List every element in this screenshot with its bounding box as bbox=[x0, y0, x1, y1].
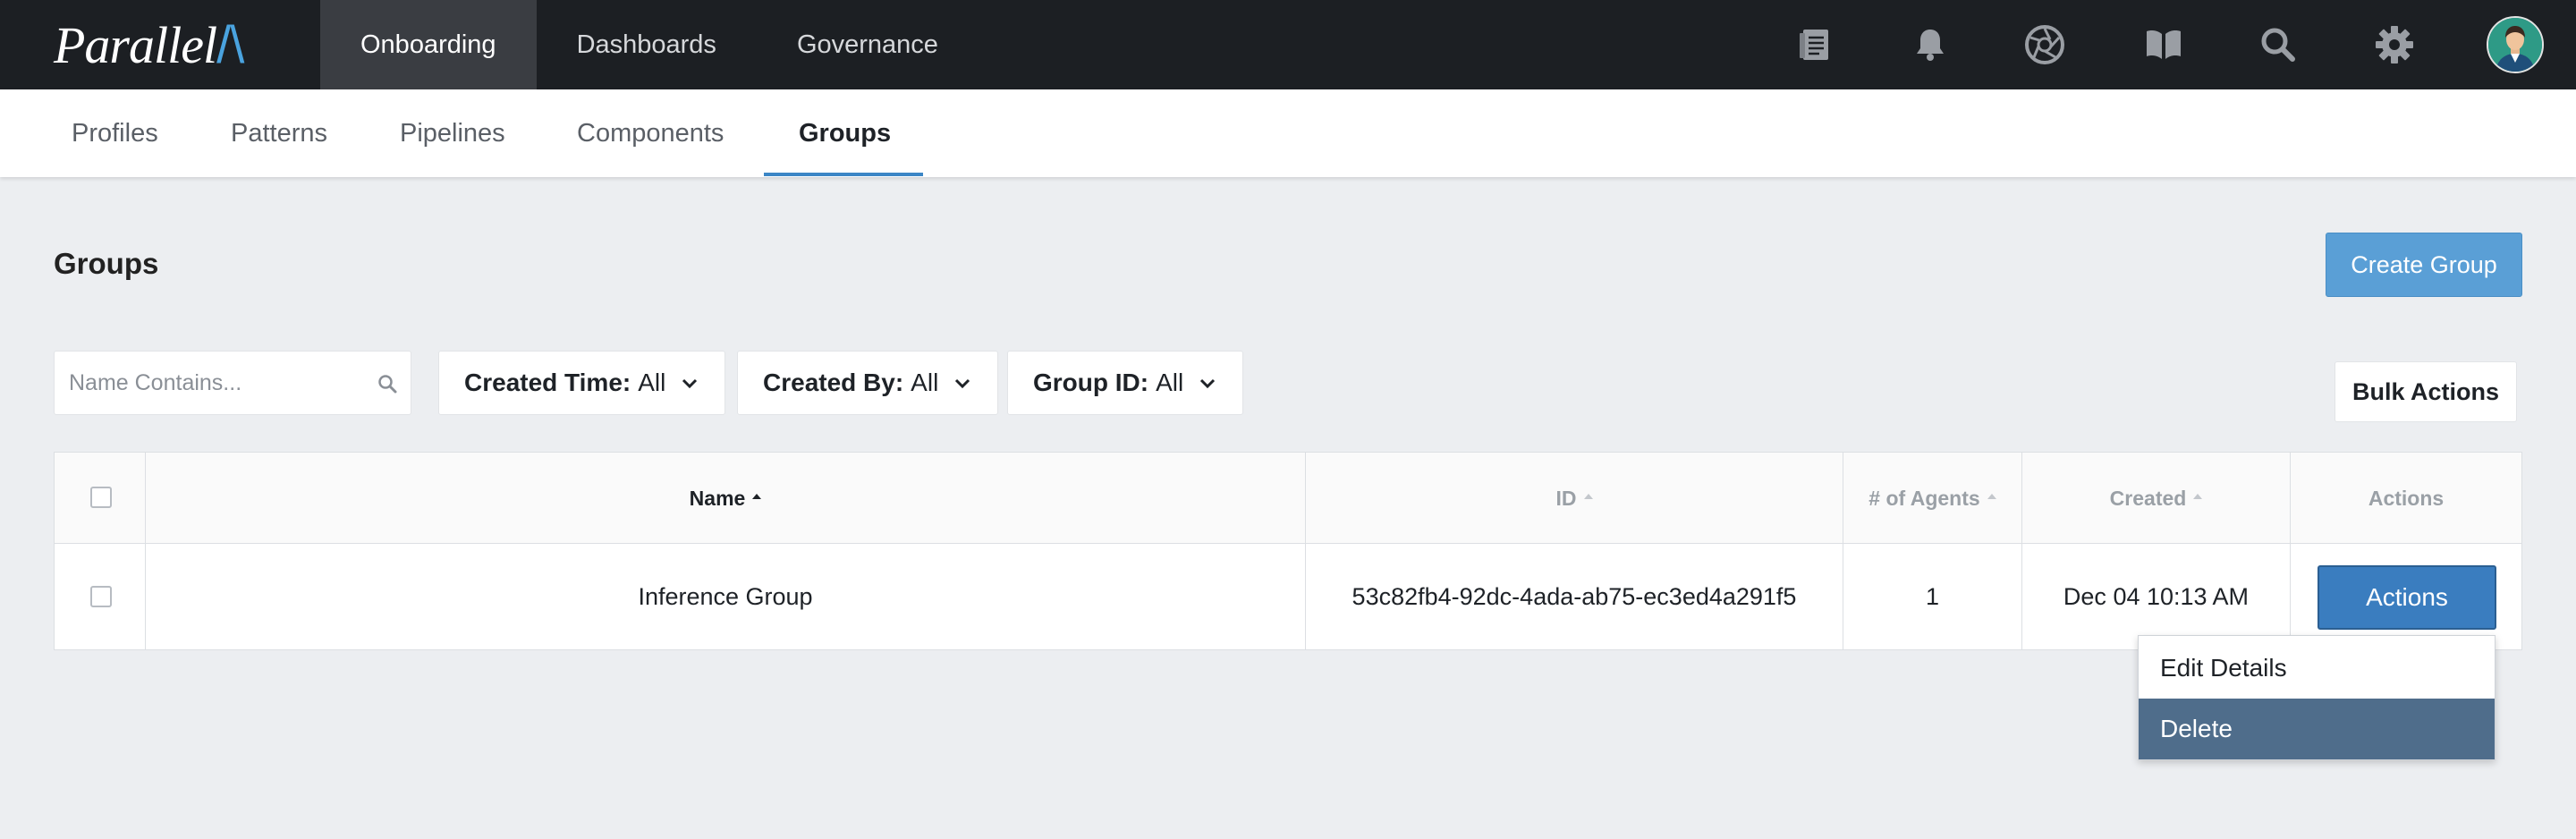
column-divider bbox=[2290, 453, 2291, 649]
cell-name: Inference Group bbox=[638, 582, 813, 610]
column-header-agents[interactable]: # of Agents bbox=[1843, 453, 2021, 544]
page-title: Groups bbox=[54, 247, 159, 280]
column-header-created[interactable]: Created bbox=[2022, 453, 2290, 544]
cell-agents: 1 bbox=[1925, 582, 1940, 610]
sort-icon bbox=[1987, 494, 1996, 499]
active-tab-indicator bbox=[764, 173, 923, 176]
gear-icon[interactable] bbox=[2372, 22, 2417, 67]
filter-group-id[interactable]: Group ID: All bbox=[1007, 351, 1244, 415]
column-label: Created bbox=[2109, 486, 2187, 510]
column-header-name[interactable]: Name bbox=[146, 453, 1305, 544]
top-navbar: Parallel/\ Onboarding Dashboards Governa… bbox=[0, 0, 2576, 89]
sort-icon bbox=[2193, 494, 2203, 499]
column-label: ID bbox=[1555, 486, 1577, 510]
groups-table: Name ID # of Agents Created Actions Infe… bbox=[54, 452, 2522, 650]
book-icon[interactable] bbox=[2141, 22, 2186, 67]
sort-asc-icon bbox=[752, 494, 762, 499]
menu-item-edit-details[interactable]: Edit Details bbox=[2139, 638, 2495, 699]
nav-dashboards[interactable]: Dashboards bbox=[537, 0, 757, 89]
column-label: # of Agents bbox=[1868, 486, 1980, 510]
search-icon[interactable] bbox=[377, 373, 398, 394]
sort-icon bbox=[1583, 494, 1593, 499]
avatar[interactable] bbox=[2487, 16, 2544, 73]
filter-label: Group ID: bbox=[1033, 369, 1149, 396]
tab-groups[interactable]: Groups bbox=[799, 89, 891, 177]
filter-value: All bbox=[911, 369, 939, 396]
logo-text: Parallel bbox=[54, 15, 217, 74]
tab-profiles[interactable]: Profiles bbox=[72, 89, 158, 177]
chevron-down-icon bbox=[682, 378, 698, 389]
select-all-checkbox[interactable] bbox=[90, 487, 112, 508]
actions-menu: Edit Details Delete bbox=[2138, 635, 2496, 760]
row-actions-button[interactable]: Actions bbox=[2318, 565, 2496, 630]
search-input[interactable] bbox=[55, 352, 368, 414]
bell-icon[interactable] bbox=[1908, 22, 1953, 67]
name-search bbox=[54, 351, 411, 415]
logo-mark: /\ bbox=[216, 15, 244, 74]
nav-governance[interactable]: Governance bbox=[757, 0, 979, 89]
document-icon[interactable] bbox=[1793, 22, 1838, 67]
aperture-icon[interactable] bbox=[2022, 22, 2067, 67]
column-label: Name bbox=[689, 486, 746, 510]
cell-created: Dec 04 10:13 AM bbox=[2063, 582, 2250, 610]
search-icon[interactable] bbox=[2256, 22, 2301, 67]
table-header: Name ID # of Agents Created Actions bbox=[55, 453, 2521, 544]
bulk-actions-button[interactable]: Bulk Actions bbox=[2334, 361, 2517, 422]
row-checkbox[interactable] bbox=[90, 586, 112, 607]
menu-item-delete[interactable]: Delete bbox=[2139, 699, 2495, 759]
filter-value: All bbox=[1156, 369, 1184, 396]
filter-label: Created Time: bbox=[464, 369, 631, 396]
filter-value: All bbox=[638, 369, 666, 396]
filter-created-by[interactable]: Created By: All bbox=[737, 351, 999, 415]
chevron-down-icon bbox=[955, 378, 970, 389]
column-header-id[interactable]: ID bbox=[1306, 453, 1843, 544]
app-logo[interactable]: Parallel/\ bbox=[54, 15, 244, 74]
filter-label: Created By: bbox=[763, 369, 904, 396]
create-group-button[interactable]: Create Group bbox=[2326, 233, 2522, 297]
nav-onboarding[interactable]: Onboarding bbox=[320, 0, 537, 89]
column-header-actions: Actions bbox=[2291, 453, 2521, 544]
secondary-nav: Profiles Patterns Pipelines Components G… bbox=[0, 89, 2576, 177]
chevron-down-icon bbox=[1200, 378, 1216, 389]
primary-nav: Onboarding Dashboards Governance bbox=[320, 0, 979, 89]
cell-id: 53c82fb4-92dc-4ada-ab75-ec3ed4a291f5 bbox=[1352, 582, 1797, 610]
filter-created-time[interactable]: Created Time: All bbox=[438, 351, 726, 415]
tab-pipelines[interactable]: Pipelines bbox=[400, 89, 505, 177]
tab-components[interactable]: Components bbox=[577, 89, 724, 177]
tab-patterns[interactable]: Patterns bbox=[231, 89, 327, 177]
column-label: Actions bbox=[2368, 486, 2445, 510]
